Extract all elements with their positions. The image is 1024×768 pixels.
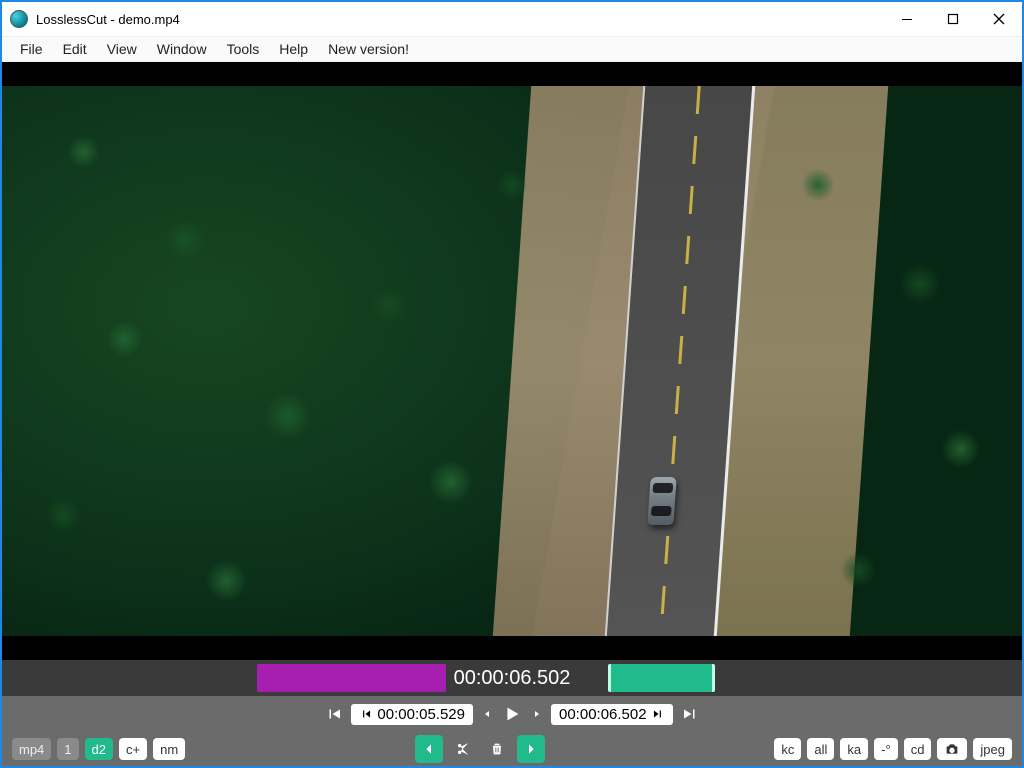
car	[647, 477, 676, 525]
menu-window[interactable]: Window	[147, 39, 217, 59]
app-icon	[10, 10, 28, 28]
timeline-current-time: 00:00:06.502	[454, 667, 571, 690]
ka-chip[interactable]: ka	[840, 738, 868, 760]
menu-help[interactable]: Help	[269, 39, 318, 59]
set-cut-end-button[interactable]	[517, 735, 545, 763]
menu-edit[interactable]: Edit	[53, 39, 97, 59]
minimize-icon	[901, 13, 913, 25]
bottom-bar: mp4 1 d2 c+ nm kc all ka -° cd	[2, 732, 1022, 766]
minimize-button[interactable]	[884, 2, 930, 36]
transport-bar: 00:00:05.529 00:00:06.502	[2, 696, 1022, 732]
set-cut-start-button[interactable]	[415, 735, 443, 763]
trash-icon	[489, 741, 505, 757]
play-icon[interactable]	[501, 703, 523, 725]
video-frame-image	[2, 86, 1022, 636]
jump-start-icon[interactable]	[325, 705, 343, 723]
d2-chip[interactable]: d2	[85, 738, 113, 760]
segment-2-current[interactable]	[608, 664, 715, 692]
menu-file[interactable]: File	[10, 39, 53, 59]
nm-chip[interactable]: nm	[153, 738, 185, 760]
menu-new-version[interactable]: New version!	[318, 39, 419, 59]
close-icon	[993, 13, 1005, 25]
cut-start-time-field[interactable]: 00:00:05.529	[351, 704, 473, 725]
chevron-left-icon	[421, 741, 437, 757]
camera-icon	[944, 741, 960, 757]
frame-back-icon[interactable]	[481, 708, 493, 720]
timeline[interactable]: 00:00:06.502	[2, 660, 1022, 696]
cut-end-time-value: 00:00:06.502	[559, 706, 647, 723]
all-chip[interactable]: all	[807, 738, 834, 760]
segment-1[interactable]	[257, 664, 446, 692]
capture-format-chip[interactable]: jpeg	[973, 738, 1012, 760]
window-controls	[884, 2, 1022, 36]
scissors-icon	[455, 741, 471, 757]
rotation-chip[interactable]: -°	[874, 738, 898, 760]
menubar: File Edit View Window Tools Help New ver…	[2, 36, 1022, 62]
trees	[2, 86, 1022, 636]
menu-view[interactable]: View	[97, 39, 147, 59]
output-format-chip[interactable]: mp4	[12, 738, 51, 760]
video-preview[interactable]	[2, 62, 1022, 660]
cut-start-time-value: 00:00:05.529	[377, 706, 465, 723]
step-forward-icon	[651, 707, 665, 721]
close-button[interactable]	[976, 2, 1022, 36]
maximize-icon	[947, 13, 959, 25]
segment-count-chip[interactable]: 1	[57, 738, 78, 760]
titlebar: LosslessCut - demo.mp4	[2, 2, 1022, 36]
step-back-icon	[359, 707, 373, 721]
maximize-button[interactable]	[930, 2, 976, 36]
frame-forward-icon[interactable]	[531, 708, 543, 720]
delete-button[interactable]	[483, 735, 511, 763]
c-plus-chip[interactable]: c+	[119, 738, 147, 760]
kc-chip[interactable]: kc	[774, 738, 801, 760]
jump-end-icon[interactable]	[681, 705, 699, 723]
cut-end-time-field[interactable]: 00:00:06.502	[551, 704, 673, 725]
capture-button[interactable]	[937, 738, 967, 760]
chevron-right-icon	[523, 741, 539, 757]
cd-chip[interactable]: cd	[904, 738, 932, 760]
app-window: LosslessCut - demo.mp4 File Edit View Wi…	[0, 0, 1024, 768]
menu-tools[interactable]: Tools	[217, 39, 270, 59]
cut-button[interactable]	[449, 735, 477, 763]
window-title: LosslessCut - demo.mp4	[36, 12, 180, 27]
